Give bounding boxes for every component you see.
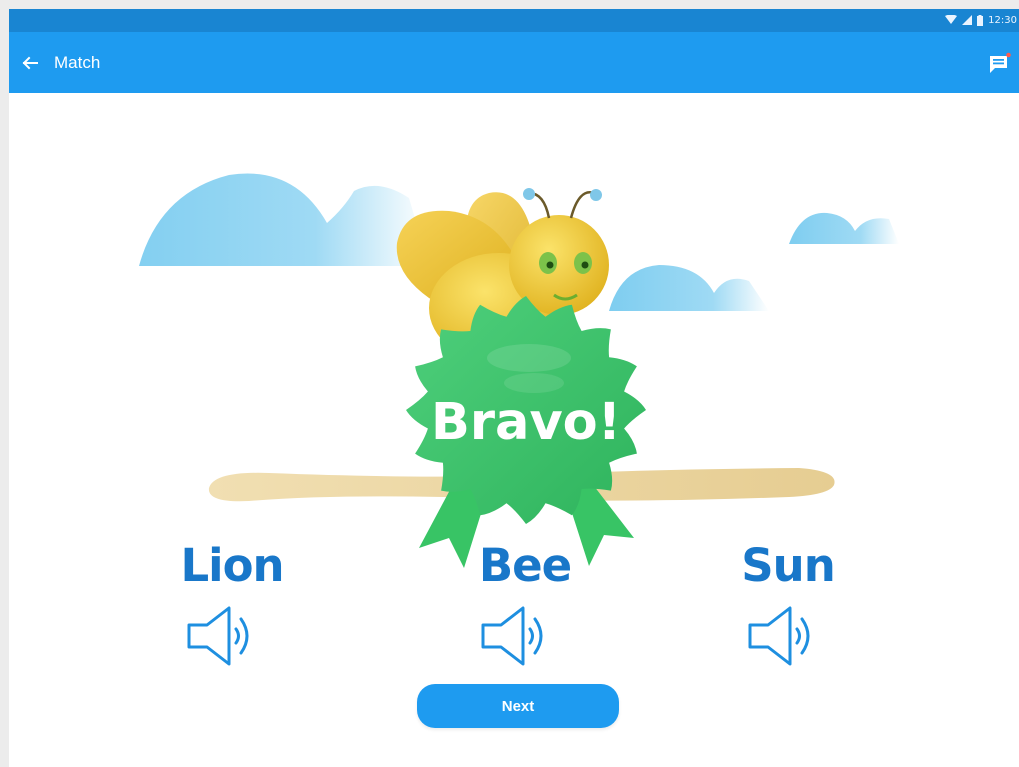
- chat-bubble-icon: [990, 52, 1011, 73]
- app-title: Match: [54, 53, 101, 72]
- status-icons: 12:30: [945, 12, 1017, 28]
- speaker-icon: [481, 606, 543, 666]
- word-lion: Lion: [180, 539, 284, 592]
- speaker-icon: [187, 606, 249, 666]
- back-button[interactable]: [17, 50, 43, 76]
- notification-dot-icon: [1006, 52, 1011, 58]
- play-audio-bee-button[interactable]: [477, 603, 561, 669]
- arrow-back-icon: [22, 56, 38, 70]
- status-bar: 12:30: [9, 9, 1019, 32]
- bravo-text: Bravo!: [431, 393, 621, 452]
- cloud-left-icon: [104, 173, 429, 266]
- cloud-right-icon: [789, 212, 899, 244]
- next-button[interactable]: Next: [417, 684, 619, 728]
- feedback-button[interactable]: [985, 50, 1013, 78]
- word-sun: Sun: [741, 539, 835, 592]
- cloud-middle-icon: [609, 265, 769, 311]
- wifi-icon: [945, 15, 958, 24]
- app-screen: 12:30 Match Bravo! Lion Bee Sun Next: [9, 9, 1019, 767]
- app-bar: Match: [9, 32, 1019, 93]
- speaker-icon: [748, 606, 810, 666]
- bravo-badge: Bravo!: [406, 296, 646, 568]
- cellular-signal-icon: [962, 15, 973, 25]
- play-audio-lion-button[interactable]: [183, 603, 267, 669]
- battery-icon: [977, 14, 984, 26]
- word-bee: Bee: [478, 539, 572, 592]
- play-audio-sun-button[interactable]: [744, 603, 828, 669]
- status-time: 12:30: [988, 14, 1017, 26]
